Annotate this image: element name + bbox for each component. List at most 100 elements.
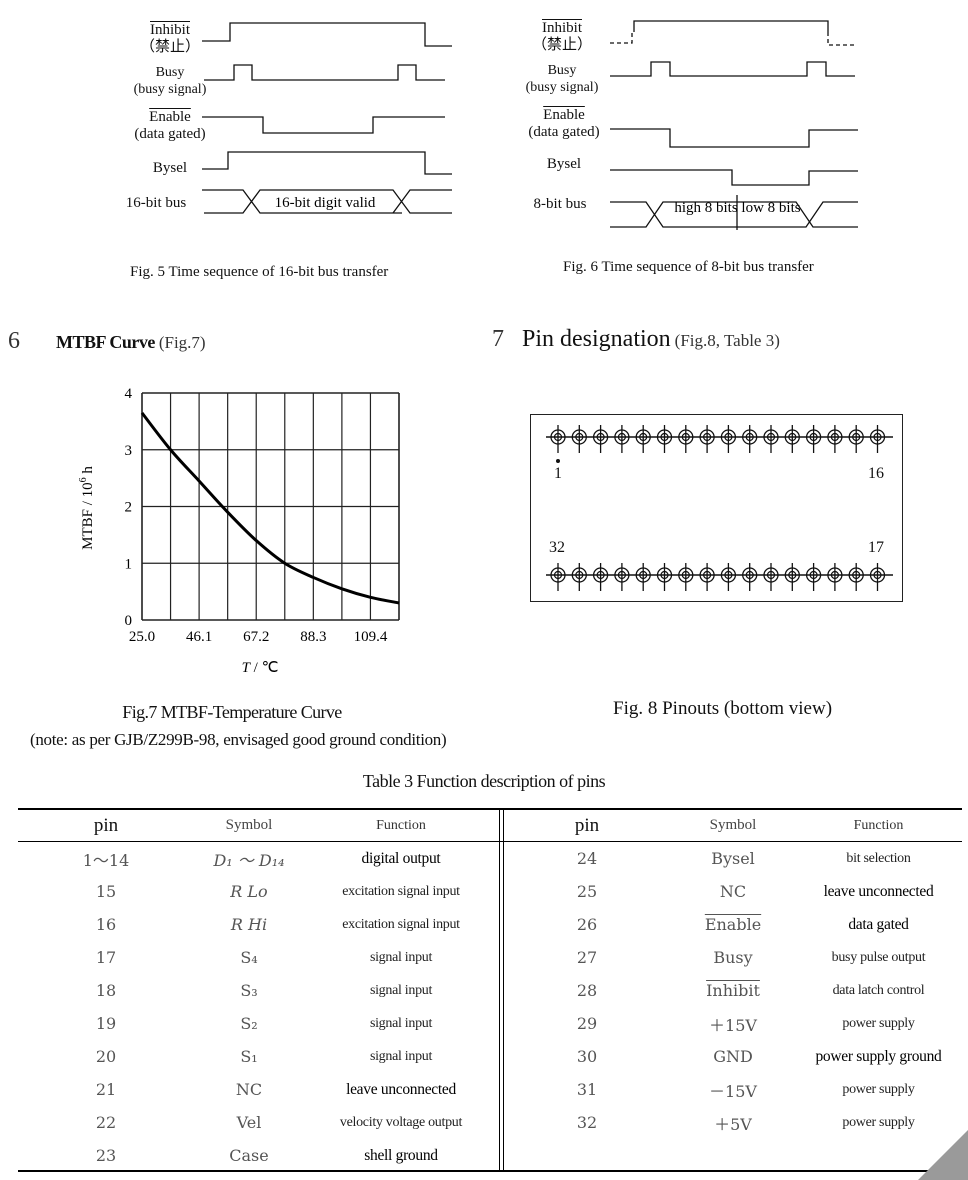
pin-number: 17 <box>95 948 117 967</box>
table-header-row: pin Symbol Function <box>18 809 498 842</box>
pin-symbol: D₁ ～ D₁₄ <box>213 850 285 870</box>
table-row: 21 NC leave unconnected <box>18 1073 498 1106</box>
pin <box>614 563 630 591</box>
pin <box>614 425 630 453</box>
pin <box>699 425 715 453</box>
section7-ref: (Fig.8, Table 3) <box>674 331 780 350</box>
table-row: 18 S₃ signal input <box>18 974 498 1007</box>
fig6-waveforms: high 8 bits low 8 bits <box>610 20 858 230</box>
table-row: 25 NC leave unconnected <box>503 875 962 908</box>
table-row: 20 S₁ signal input <box>18 1040 498 1073</box>
fig8-caption: Fig. 8 Pinouts (bottom view) <box>613 698 833 719</box>
x-tick-label: 46.1 <box>186 629 212 645</box>
pin-symbol: Case <box>229 1146 269 1165</box>
pin-number: 28 <box>576 981 598 1000</box>
pin <box>699 563 715 591</box>
pin-symbol: Enable <box>704 915 762 934</box>
header-function: Function <box>376 817 426 833</box>
pin-symbol: －15V <box>709 1081 757 1101</box>
table-row: 1～14 D₁ ～ D₁₄ digital output <box>18 842 498 875</box>
fig5-bysel-wave <box>202 151 452 175</box>
pin <box>827 563 843 591</box>
pin-function: excitation signal input <box>342 916 460 932</box>
pin-number: 29 <box>576 1014 598 1033</box>
section6-title: MTBF Curve <box>56 332 155 352</box>
pin-symbol: Bysel <box>711 849 755 868</box>
pin <box>656 425 673 453</box>
header-pin: pin <box>93 814 119 836</box>
mtbf-curve <box>140 411 400 605</box>
section6-number: 6 <box>8 328 20 354</box>
y-tick-label: 3 <box>125 443 133 459</box>
pin-function: power supply ground <box>815 1047 942 1065</box>
pin <box>656 563 673 591</box>
table-row: 24 Bysel bit selection <box>503 842 962 875</box>
table-row: 30 GND power supply ground <box>503 1040 962 1073</box>
pin-number: 22 <box>95 1113 117 1132</box>
pin-function: power supply <box>842 1015 915 1031</box>
pin-number: 18 <box>95 981 117 1000</box>
pin-symbol: S₂ <box>240 1014 258 1033</box>
header-symbol: Symbol <box>225 817 273 833</box>
pin <box>784 563 800 591</box>
pin17-label: 17 <box>868 539 884 556</box>
pin <box>678 563 694 591</box>
pin-symbol: Busy <box>713 948 753 967</box>
pin <box>635 425 651 453</box>
fig5-caption: Fig. 5 Time sequence of 16-bit bus trans… <box>130 264 389 280</box>
pin <box>763 563 779 591</box>
header-function: Function <box>853 817 904 833</box>
pin <box>592 563 609 591</box>
pin <box>805 425 822 453</box>
pin-symbol: Vel <box>236 1113 262 1132</box>
fig5-enable-wave <box>202 116 445 134</box>
fig5-inhibit-wave <box>202 22 452 47</box>
pin-symbol: S₁ <box>240 1047 258 1066</box>
y-tick-label: 0 <box>125 613 133 629</box>
fig6-bus-text-low: low 8 bits <box>741 200 800 216</box>
table-row: 16 R Hi excitation signal input <box>18 908 498 941</box>
pin-function: excitation signal input <box>342 883 460 899</box>
pin-symbol: R Lo <box>230 882 268 901</box>
pin-number: 32 <box>576 1113 598 1132</box>
table-row: 15 R Lo excitation signal input <box>18 875 498 908</box>
pin-symbol: S₄ <box>240 948 258 967</box>
pinout-diagram: 1 16 32 17 <box>530 414 903 602</box>
pin-number: 15 <box>95 882 117 901</box>
table-row: 31 －15V power supply <box>503 1073 962 1106</box>
pin1-label: 1 <box>554 465 562 482</box>
section7-title: Pin designation <box>522 326 671 352</box>
table-row: 17 S₄ signal input <box>18 941 498 974</box>
pin-function: leave unconnected <box>823 882 934 900</box>
fig6-caption: Fig. 6 Time sequence of 8-bit bus transf… <box>563 259 814 275</box>
pin1-marker-dot <box>556 459 560 463</box>
table-row: 28 Inhibit data latch control <box>503 974 962 1007</box>
pin-number: 20 <box>95 1047 117 1066</box>
pin <box>763 425 779 453</box>
pin-symbol: ＋5V <box>714 1114 752 1134</box>
pin-number: 24 <box>576 849 598 868</box>
fig7-note: (note: as per GJB/Z299B-98, envisaged go… <box>30 730 447 749</box>
table-row: 32 ＋5V power supply <box>503 1106 962 1139</box>
x-tick-label: 25.0 <box>129 629 155 645</box>
chart-xlabel: T / ℃ <box>242 660 279 676</box>
section7-number: 7 <box>492 326 504 352</box>
table3-title: Table 3 Function description of pins <box>362 771 606 791</box>
section7-heading: 7 Pin designation (Fig.8, Table 3) <box>492 326 780 353</box>
pin-number: 27 <box>576 948 598 967</box>
pin-function: leave unconnected <box>346 1080 456 1098</box>
pin-number: 19 <box>95 1014 117 1033</box>
y-tick-label: 4 <box>125 386 133 402</box>
pin-symbol: ＋15V <box>709 1015 757 1035</box>
pin <box>848 563 864 591</box>
fig6-bus-text-high: high 8 bits <box>674 200 738 216</box>
pin <box>742 563 758 591</box>
pin <box>678 425 694 453</box>
pin-symbol: Inhibit <box>706 981 760 1000</box>
pin-symbol: GND <box>713 1047 753 1066</box>
fig6-enable-wave <box>610 128 858 148</box>
table-row: 23 Case shell ground <box>18 1139 498 1172</box>
header-symbol: Symbol <box>709 817 757 833</box>
pin-function: digital output <box>361 849 441 867</box>
pin-number: 16 <box>95 915 117 934</box>
